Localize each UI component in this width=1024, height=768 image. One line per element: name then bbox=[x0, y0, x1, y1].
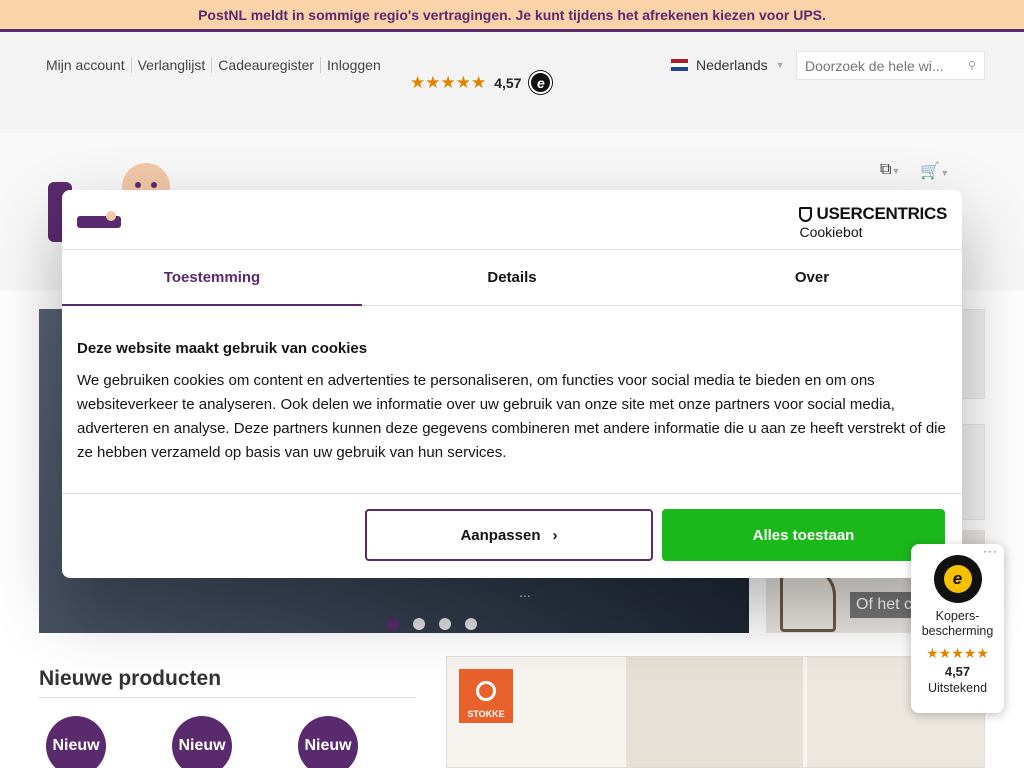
netherlands-flag-icon bbox=[671, 59, 688, 71]
shipping-notice-bar: PostNL meldt in sommige regio's vertragi… bbox=[0, 0, 1024, 32]
cookie-tabs: Toestemming Details Over bbox=[62, 250, 962, 306]
customize-button[interactable]: Aanpassen › bbox=[365, 509, 653, 561]
ts-rating-value: 4,57 bbox=[944, 664, 971, 679]
hero-caption: ... bbox=[519, 584, 531, 600]
rating-value: 4,57 bbox=[494, 74, 522, 91]
trusted-shops-widget[interactable]: ··· e Kopers- bescherming ★★★★★ 4,57 Uit… bbox=[911, 544, 1004, 713]
cookie-dialog-header: USERCENTRICS Cookiebot bbox=[62, 190, 962, 250]
cookie-body: Deze website maakt gebruik van cookies W… bbox=[62, 306, 962, 494]
trusted-shops-e-icon: e bbox=[529, 71, 553, 94]
new-badge: Nieuw bbox=[46, 716, 106, 768]
new-products-title: Nieuwe producten bbox=[39, 667, 416, 698]
language-label: Nederlands bbox=[696, 57, 768, 73]
buyer-protection-label: Kopers- bescherming bbox=[921, 609, 994, 638]
chevron-down-icon: ▼ bbox=[775, 60, 785, 70]
cookie-heading: Deze website maakt gebruik van cookies bbox=[77, 340, 368, 357]
top-bar: Mijn account Verlanglijst Cadeauregister… bbox=[0, 35, 1024, 129]
search-box: ⚲ bbox=[796, 51, 985, 80]
shop-rating[interactable]: ★★★★★ 4,57 e bbox=[410, 71, 553, 94]
account-links: Mijn account Verlanglijst Cadeauregister… bbox=[46, 57, 387, 73]
new-badge: Nieuw bbox=[298, 716, 358, 768]
stokke-banner[interactable]: STOKKE bbox=[446, 656, 985, 768]
slider-dot[interactable] bbox=[439, 618, 451, 630]
shipping-notice-text: PostNL meldt in sommige regio's vertragi… bbox=[198, 6, 826, 23]
babycare-small-logo bbox=[77, 211, 121, 228]
uc-sub-text: Cookiebot bbox=[799, 224, 863, 240]
wishlist-link[interactable]: Verlanglijst bbox=[130, 57, 212, 73]
allow-all-button[interactable]: Alles toestaan bbox=[662, 509, 945, 561]
chevron-right-icon: › bbox=[552, 526, 558, 544]
search-icon[interactable]: ⚲ bbox=[968, 59, 976, 72]
stokke-logo: STOKKE bbox=[459, 669, 513, 723]
usercentrics-logo: USERCENTRICS Cookiebot bbox=[799, 204, 947, 240]
customize-label: Aanpassen bbox=[460, 526, 541, 544]
stokke-photo bbox=[626, 657, 803, 767]
shield-icon bbox=[799, 206, 813, 222]
new-products-list: Nieuw Nieuw Nieuw bbox=[46, 716, 416, 768]
rating-stars: ★★★★★ bbox=[410, 72, 487, 92]
language-selector[interactable]: Nederlands ▼ bbox=[671, 57, 785, 73]
more-options-icon[interactable]: ··· bbox=[983, 544, 998, 558]
ts-rating-stars: ★★★★★ bbox=[926, 645, 989, 661]
tab-consent[interactable]: Toestemming bbox=[62, 250, 362, 306]
uc-brand-text: USERCENTRICS bbox=[816, 204, 947, 223]
cookie-consent-dialog: USERCENTRICS Cookiebot Toestemming Detai… bbox=[62, 190, 962, 578]
new-products-section: Nieuwe producten Nieuw Nieuw Nieuw bbox=[39, 667, 416, 768]
stokke-logo-text: STOKKE bbox=[467, 709, 505, 719]
my-account-link[interactable]: Mijn account bbox=[46, 57, 131, 73]
header-icons: ⧉▼ 🛒▼ bbox=[880, 161, 949, 181]
tab-details[interactable]: Details bbox=[362, 250, 662, 305]
side-banner-cta[interactable]: Of het c bbox=[850, 592, 919, 618]
new-badge: Nieuw bbox=[172, 716, 232, 768]
cart-icon[interactable]: 🛒▼ bbox=[920, 161, 949, 181]
slider-dot[interactable] bbox=[387, 618, 399, 630]
cookie-description: We gebruiken cookies om content en adver… bbox=[77, 372, 946, 461]
ts-rating-quality: Uitstekend bbox=[927, 681, 988, 695]
trusted-shops-seal-icon: e bbox=[933, 555, 982, 603]
tab-about[interactable]: Over bbox=[662, 250, 962, 305]
slider-dots bbox=[387, 618, 477, 630]
cookie-buttons: Aanpassen › Alles toestaan bbox=[62, 494, 962, 577]
slider-dot[interactable] bbox=[465, 618, 477, 630]
search-input[interactable] bbox=[805, 57, 955, 74]
slider-dot[interactable] bbox=[413, 618, 425, 630]
gift-registry-link[interactable]: Cadeauregister bbox=[211, 57, 320, 73]
compare-icon[interactable]: ⧉▼ bbox=[880, 161, 900, 181]
login-link[interactable]: Inloggen bbox=[320, 57, 387, 73]
